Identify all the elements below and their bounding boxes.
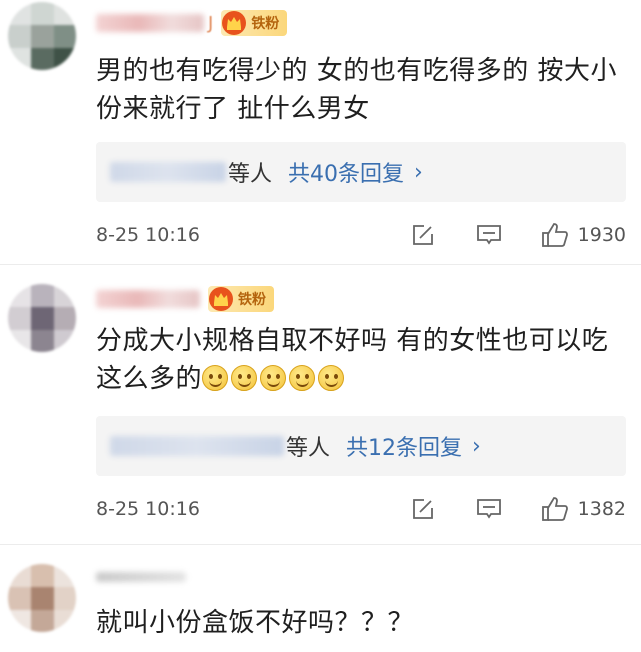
chevron-right-icon: ›	[414, 159, 423, 185]
username-blurred[interactable]	[96, 14, 204, 32]
comment-text: 男的也有吃得少的 女的也有吃得多的 按大小份来就行了 扯什么男女	[96, 56, 618, 124]
username-blurred[interactable]	[96, 290, 200, 308]
reply-users-suffix: 等人	[286, 436, 331, 461]
fan-badge: 铁粉	[208, 286, 274, 312]
fan-badge-label: 铁粉	[238, 292, 266, 308]
username-row: J 铁粉	[96, 8, 288, 38]
like-icon[interactable]	[540, 220, 570, 250]
comment-text: 分成大小规格自取不好吗 有的女性也可以吃这么多的	[96, 322, 626, 398]
reply-users-blurred	[110, 162, 226, 182]
shush-emoji-icon	[318, 365, 345, 391]
edit-icon[interactable]	[408, 220, 438, 250]
like-count: 1382	[577, 498, 626, 520]
action-bar: 1930	[372, 220, 626, 250]
crown-icon	[221, 10, 251, 36]
comment-item: 铁粉 分成大小规格自取不好吗 有的女性也可以吃这么多的 等人 共12条回复 › …	[0, 272, 641, 542]
avatar[interactable]	[8, 564, 76, 632]
chevron-right-icon: ›	[472, 433, 481, 459]
username-suffix[interactable]: J	[208, 13, 213, 34]
avatar[interactable]	[8, 284, 76, 352]
crown-icon	[208, 286, 238, 312]
timestamp: 8-25 10:16	[96, 498, 200, 520]
comment-item: 就叫小份盒饭不好吗？？？	[0, 548, 641, 652]
reply-count-link[interactable]: 共40条回复	[288, 156, 404, 188]
timestamp: 8-25 10:16	[96, 224, 200, 246]
like-icon[interactable]	[540, 494, 570, 524]
comment-meta: 8-25 10:16 1930	[96, 220, 626, 250]
reply-summary[interactable]: 等人 共12条回复 ›	[96, 416, 626, 476]
username-row: 铁粉	[96, 284, 274, 314]
username-blurred[interactable]	[96, 572, 186, 582]
smile-emoji-icon	[289, 365, 316, 391]
avatar[interactable]	[8, 2, 76, 70]
like-count: 1930	[577, 224, 626, 246]
emoji-row	[202, 364, 347, 394]
comment-icon[interactable]	[474, 494, 504, 524]
reply-users-suffix: 等人	[228, 162, 273, 187]
username-row	[96, 562, 186, 592]
smile-emoji-icon	[202, 365, 229, 391]
reply-summary[interactable]: 等人 共40条回复 ›	[96, 142, 626, 202]
divider	[0, 544, 641, 545]
reply-count-link[interactable]: 共12条回复	[346, 430, 462, 462]
divider	[0, 264, 641, 265]
fan-badge: 铁粉	[221, 10, 288, 36]
reply-users-blurred	[110, 436, 284, 456]
comment-text-content: 分成大小规格自取不好吗 有的女性也可以吃这么多的	[96, 326, 609, 394]
edit-icon[interactable]	[408, 494, 438, 524]
comment-meta: 8-25 10:16 1382	[96, 494, 626, 524]
fan-badge-label: 铁粉	[251, 16, 280, 32]
comment-text: 就叫小份盒饭不好吗？？？	[96, 608, 415, 638]
comment-icon[interactable]	[474, 220, 504, 250]
smile-emoji-icon	[231, 365, 258, 391]
smile-emoji-icon	[260, 365, 287, 391]
comment-item: J 铁粉 男的也有吃得少的 女的也有吃得多的 按大小份来就行了 扯什么男女 等人…	[0, 0, 641, 262]
action-bar: 1382	[372, 494, 626, 524]
